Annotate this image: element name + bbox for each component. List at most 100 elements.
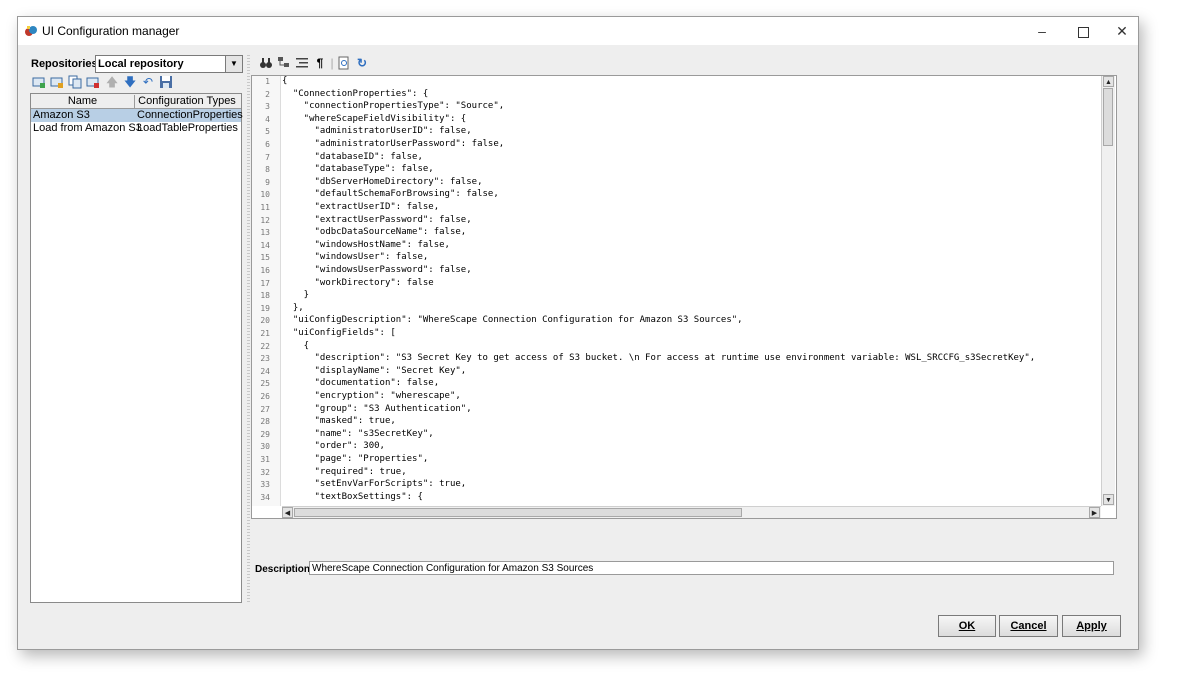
code-line[interactable]: "windowsUserPassword": false, [282,265,472,275]
code-line[interactable]: "windowsHostName": false, [282,240,450,250]
horizontal-scroll-thumb[interactable] [294,508,742,517]
description-field[interactable]: WhereScape Connection Configuration for … [309,561,1114,575]
line-number: 10 [260,190,270,200]
code-line[interactable]: "windowsUser": false, [282,252,429,262]
line-number: 30 [260,442,270,452]
line-number: 1 [265,77,270,86]
line-number: 18 [260,291,270,301]
search-doc-icon[interactable] [337,56,351,70]
find-icon[interactable] [259,56,273,70]
code-line[interactable]: "encryption": "wherescape", [282,391,461,401]
line-number: 17 [260,278,270,288]
title-bar: UI Configuration manager – ✕ [18,17,1138,45]
line-number: 3 [265,102,270,112]
code-line[interactable]: "dbServerHomeDirectory": false, [282,177,483,187]
maximize-icon [1077,26,1089,38]
ok-button[interactable]: OK [938,615,996,637]
vertical-scrollbar[interactable]: ▲ ▼ [1101,76,1115,506]
move-down-icon[interactable]: 🡇 [123,75,137,89]
line-number: 25 [260,379,270,389]
copy-icon[interactable] [68,75,82,89]
line-number: 29 [260,429,270,439]
apply-button[interactable]: Apply [1062,615,1121,637]
code-line[interactable]: { [282,341,309,351]
code-line[interactable]: "ConnectionProperties": { [282,89,428,99]
line-number: 23 [260,354,270,364]
refresh-icon[interactable]: ↻ [355,56,369,70]
vertical-scroll-thumb[interactable] [1103,88,1113,146]
code-line[interactable]: "extractUserID": false, [282,202,440,212]
code-line[interactable]: { [282,76,287,86]
new-icon[interactable] [32,75,46,89]
code-line[interactable]: "defaultSchemaForBrowsing": false, [282,189,499,199]
code-line[interactable]: "extractUserPassword": false, [282,215,472,225]
close-button[interactable]: ✕ [1103,17,1138,45]
json-editor[interactable]: 1 2 3 4 5 6 7 8 9 10 11 12 13 14 15 16 17 18 19 20 21 22 23 24 2… [251,75,1117,519]
code-line[interactable]: "odbcDataSourceName": false, [282,227,467,237]
line-number: 14 [260,240,270,250]
code-line[interactable]: "required": true, [282,467,407,477]
scroll-up-icon[interactable]: ▲ [1103,76,1114,87]
line-number: 5 [265,127,270,137]
cancel-button[interactable]: Cancel [999,615,1058,637]
repository-panel: Repositories : Local repository ▼ 🡅 🡇 ↶ [30,55,245,603]
code-line[interactable]: "administratorUserPassword": false, [282,139,505,149]
scroll-right-icon[interactable]: ▶ [1089,507,1100,518]
code-line[interactable]: }, [282,303,304,313]
code-line[interactable]: "documentation": false, [282,378,440,388]
line-number: 7 [265,152,270,162]
maximize-button[interactable] [1064,17,1102,45]
line-number: 11 [260,203,270,212]
code-line[interactable]: "name": "s3SecretKey", [282,429,434,439]
line-number: 16 [260,266,270,275]
code-line[interactable]: "databaseType": false, [282,164,434,174]
code-line[interactable]: } [282,290,309,300]
column-header-types[interactable]: Configuration Types [135,95,239,107]
code-line[interactable]: "setEnvVarForScripts": true, [282,479,467,489]
move-up-icon[interactable]: 🡅 [105,75,119,89]
code-line[interactable]: "workDirectory": false [282,278,434,288]
line-number: 24 [260,366,270,376]
horizontal-scrollbar[interactable]: ◀ ▶ [282,506,1101,518]
split-pane-divider[interactable] [247,55,250,603]
line-number: 12 [260,215,270,225]
line-number: 27 [260,404,270,414]
code-line[interactable]: "databaseID": false, [282,152,423,162]
structure-icon[interactable] [277,56,291,70]
code-line[interactable]: "administratorUserID": false, [282,126,472,136]
line-number: 4 [265,114,270,124]
line-number: 9 [265,177,270,187]
line-number: 8 [265,165,270,175]
undo-icon[interactable]: ↶ [141,75,155,89]
line-number: 20 [260,316,270,326]
scroll-left-icon[interactable]: ◀ [282,507,293,518]
code-line[interactable]: "order": 300, [282,441,385,451]
code-line[interactable]: "connectionPropertiesType": "Source", [282,101,505,111]
line-number: 26 [260,392,270,401]
code-line[interactable]: "group": "S3 Authentication", [282,404,472,414]
code-line[interactable]: "description": "S3 Secret Key to get acc… [282,353,1036,363]
chevron-down-icon[interactable]: ▼ [225,56,242,72]
list-item[interactable]: Amazon S3 ConnectionProperties [31,109,243,122]
code-line[interactable]: "uiConfigDescription": "WhereScape Conne… [282,315,743,325]
indent-icon[interactable] [295,56,309,70]
window-title: UI Configuration manager [42,24,180,38]
line-number: 34 [260,492,270,502]
minimize-button[interactable]: – [1023,17,1061,45]
code-line[interactable]: "uiConfigFields": [ [282,328,396,338]
repository-select[interactable]: Local repository ▼ [95,55,243,73]
save-icon[interactable] [159,75,173,89]
import-icon[interactable] [50,75,64,89]
delete-icon[interactable] [86,75,100,89]
list-item[interactable]: Load from Amazon S3 LoadTableProperties [31,122,241,135]
column-header-name[interactable]: Name [31,95,135,108]
scroll-down-icon[interactable]: ▼ [1103,494,1114,505]
code-line[interactable]: "displayName": "Secret Key", [282,366,467,376]
code-line[interactable]: "whereScapeFieldVisibility": { [282,114,467,124]
code-line[interactable]: "textBoxSettings": { [282,492,423,502]
line-number: 15 [260,253,270,263]
code-line[interactable]: "masked": true, [282,416,396,426]
line-number-gutter: 1 2 3 4 5 6 7 8 9 10 11 12 13 14 15 16 17 18 19 20 21 22 23 24 2… [252,76,281,506]
code-line[interactable]: "page": "Properties", [282,454,429,464]
editor-panel: ¶ | ↻ 1 2 3 4 5 6 7 8 9 10 11 12 13 14 15 16 17 18 19 20 21 2… [251,55,1121,603]
